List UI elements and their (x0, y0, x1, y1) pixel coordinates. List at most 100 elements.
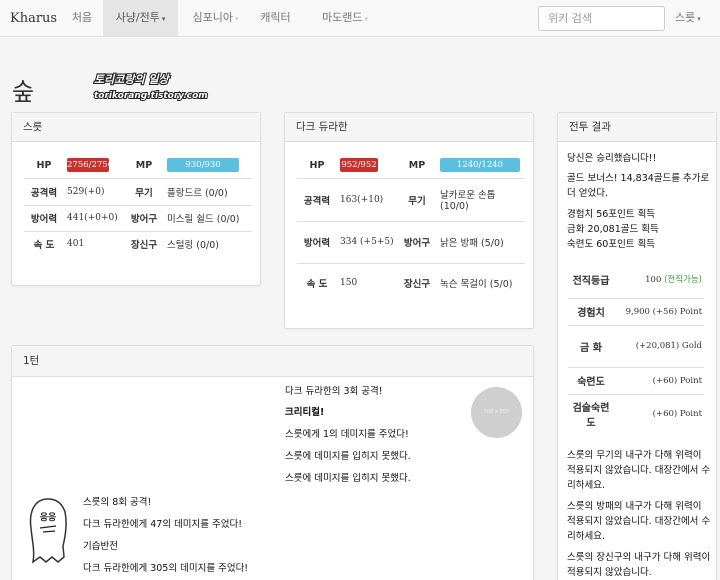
player-mp-cell: 930/930 (164, 153, 252, 178)
armor-label: 방어구 (124, 204, 164, 231)
weapon-label: 무기 (124, 177, 164, 205)
user-menu[interactable]: 스릇 ▾ (675, 0, 701, 36)
svg-text:응응: 응응 (40, 512, 57, 523)
svg-text:torikorang.tistory.com: torikorang.tistory.com (94, 91, 208, 101)
acc-label: 장신구 (124, 230, 164, 257)
acc-label: 장신구 (397, 262, 437, 303)
enemy-avatar-placeholder: 500 x 500 (471, 387, 522, 438)
reward-value: (+60) Point (614, 393, 704, 434)
atk-label: 공격력 (297, 177, 337, 221)
log-line: 스릇의 8회 공격! (83, 497, 152, 508)
log-line: 다크 듀라한의 3회 공격! (285, 386, 383, 397)
durability-warning: 스릇의 무기의 내구가 다해 위력이 적용되지 않았습니다. 대장간에서 수리하… (567, 450, 711, 491)
log-line: 다크 듀라한에게 305의 데미지를 주었다! (83, 563, 249, 574)
gain-exp: 경험치 56포인트 획득 (567, 209, 656, 220)
nav-item-madoland[interactable]: 마도랜드 ▾ (311, 0, 379, 36)
reward-label: 검술숙련도 (568, 393, 614, 434)
durability-warnings: 스릇의 무기의 내구가 다해 위력이 적용되지 않았습니다. 대장간에서 수리하… (567, 448, 712, 580)
log-line: 다크 듀라한에게 47의 데미지를 주었다! (83, 519, 243, 530)
svg-text:토리코랑의 일상: 토리코랑의 일상 (94, 73, 171, 86)
reward-value: (+20,081) Gold (614, 324, 704, 367)
player-acc-value: 스털링 (0/0) (164, 230, 252, 257)
player-spd-value: 401 (64, 230, 124, 257)
gain-gold: 금화 20,081골드 획득 (567, 224, 659, 235)
caret-down-icon: ▾ (234, 15, 239, 23)
enemy-def-value: 334 (+5+5) (337, 220, 397, 263)
spd-label: 속 도 (297, 262, 337, 303)
caret-down-icon: ▾ (364, 15, 368, 23)
player-name: 스릇 (12, 113, 260, 142)
turn-title: 1턴 (12, 346, 533, 377)
caret-down-icon: ▾ (161, 15, 166, 23)
reward-label: 경험치 (568, 297, 614, 325)
reward-label: 전직등급 (572, 275, 610, 287)
page-title: 숲 (12, 78, 35, 106)
spd-label: 속 도 (24, 230, 64, 257)
enemy-panel: 다크 듀라한 HP 952/952 MP 1240/1240 공격력 163(+… (284, 112, 534, 329)
player-stats-table: HP 2756/2756 MP 930/930 공격력 529(+0) 무기 플… (24, 153, 252, 257)
mp-label: MP (135, 159, 153, 171)
enemy-hp-cell: 952/952 (337, 153, 397, 178)
reward-value: (+60) Point (614, 366, 704, 394)
def-label: 방어력 (24, 204, 64, 231)
nav-item-home[interactable]: 처음 (62, 0, 102, 36)
gains-list: 경험치 56포인트 획득 금화 20,081골드 획득 숙련도 60포인트 획득 (567, 207, 712, 252)
enemy-attack-log: 다크 듀라한의 3회 공격! 크리티컬! 스릇에게 1의 데미지를 주었다! 스… (285, 386, 411, 495)
blog-watermark: 토리코랑의 일상 torikorang.tistory.com (93, 72, 209, 102)
victory-text: 당신은 승리했습니다!! (567, 153, 657, 164)
reward-label: 숙련도 (568, 366, 614, 394)
reward-value: 100 (전직가능) (614, 261, 704, 298)
reward-label: 금 화 (568, 324, 614, 367)
player-mp-bar: 930/930 (167, 158, 239, 173)
player-def-value: 441(+0+0) (64, 204, 124, 231)
enemy-stats-table: HP 952/952 MP 1240/1240 공격력 163(+10) 무기 … (297, 153, 525, 303)
player-armor-value: 미스릴 쉴드 (0/0) (164, 204, 252, 231)
job-change-available[interactable]: (전직가능) (664, 275, 702, 285)
armor-label: 방어구 (397, 220, 437, 263)
enemy-spd-value: 150 (337, 262, 397, 303)
def-label: 방어력 (297, 220, 337, 263)
enemy-armor-value: 낡은 방패 (5/0) (437, 220, 525, 263)
player-attack-log: 스릇의 8회 공격! 다크 듀라한에게 47의 데미지를 주었다! 기습반전 다… (83, 497, 248, 580)
nav-item-home-label: 처음 (71, 11, 93, 24)
log-line-critical: 크리티컬! (285, 407, 325, 418)
hp-label: HP (309, 159, 325, 171)
enemy-acc-value: 녹슨 목걸이 (5/0) (437, 262, 525, 303)
nav-item-character[interactable]: 캐릭터 (253, 0, 298, 36)
durability-warning: 스릇의 장신구의 내구가 다해 위력이 적용되지 않았습니다. (567, 552, 711, 578)
player-weapon-value: 플랑드르 (0/0) (164, 177, 252, 205)
hp-label: HP (36, 159, 52, 171)
user-menu-label: 스릇 (675, 11, 696, 24)
reward-value: 9,900 (+56) Point (614, 297, 704, 325)
caret-down-icon: ▾ (697, 15, 701, 23)
nav-item-character-label: 캐릭터 (260, 11, 291, 24)
gold-bonus-text: 골드 보너스! 14,834골드를 추가로 더 얻었다. (567, 173, 710, 199)
enemy-hp-bar: 952/952 (340, 158, 378, 173)
player-hp-bar: 2756/2756 (67, 158, 114, 173)
nav-item-hunt-battle-label: 사냥/전투 (115, 11, 160, 24)
nav-item-madoland-label: 마도랜드 (322, 11, 363, 24)
player-hp-cell: 2756/2756 (64, 153, 124, 178)
nav-item-symphonia-label: 심포니아 (192, 11, 233, 24)
mp-label: MP (408, 159, 426, 171)
durability-warning: 스릇의 방패의 내구가 다해 위력이 적용되지 않았습니다. 대장간에서 수리하… (567, 501, 711, 542)
enemy-name: 다크 듀라한 (285, 113, 533, 142)
wiki-search-input[interactable] (538, 6, 665, 31)
log-line: 스릇에게 1의 데미지를 주었다! (285, 429, 409, 440)
enemy-weapon-value: 날카로운 손톱 (10/0) (437, 177, 525, 221)
nav-item-symphonia[interactable]: 심포니아 ▾ (178, 0, 253, 36)
player-ghost-avatar: 응응 (29, 498, 67, 564)
brand-logo[interactable]: Kharus (10, 11, 57, 26)
weapon-label: 무기 (397, 177, 437, 221)
player-atk-value: 529(+0) (64, 177, 124, 205)
top-navbar: Kharus 처음 사냥/전투▾ 심포니아▾ 캐릭터 마도랜드▾ 스릇▾ (0, 0, 720, 37)
nav-item-hunt-battle[interactable]: 사냥/전투 ▾ (103, 0, 178, 36)
log-line: 스릇에 데미지를 입히지 못했다. (285, 473, 411, 484)
log-line: 스릇에 데미지를 입히지 못했다. (285, 451, 411, 462)
result-title: 전투 결과 (558, 113, 716, 142)
enemy-mp-cell: 1240/1240 (437, 153, 525, 178)
log-line: 기습반전 (83, 541, 118, 552)
reward-value-text: 100 (645, 275, 662, 286)
enemy-mp-bar: 1240/1240 (440, 158, 520, 173)
atk-label: 공격력 (24, 177, 64, 205)
